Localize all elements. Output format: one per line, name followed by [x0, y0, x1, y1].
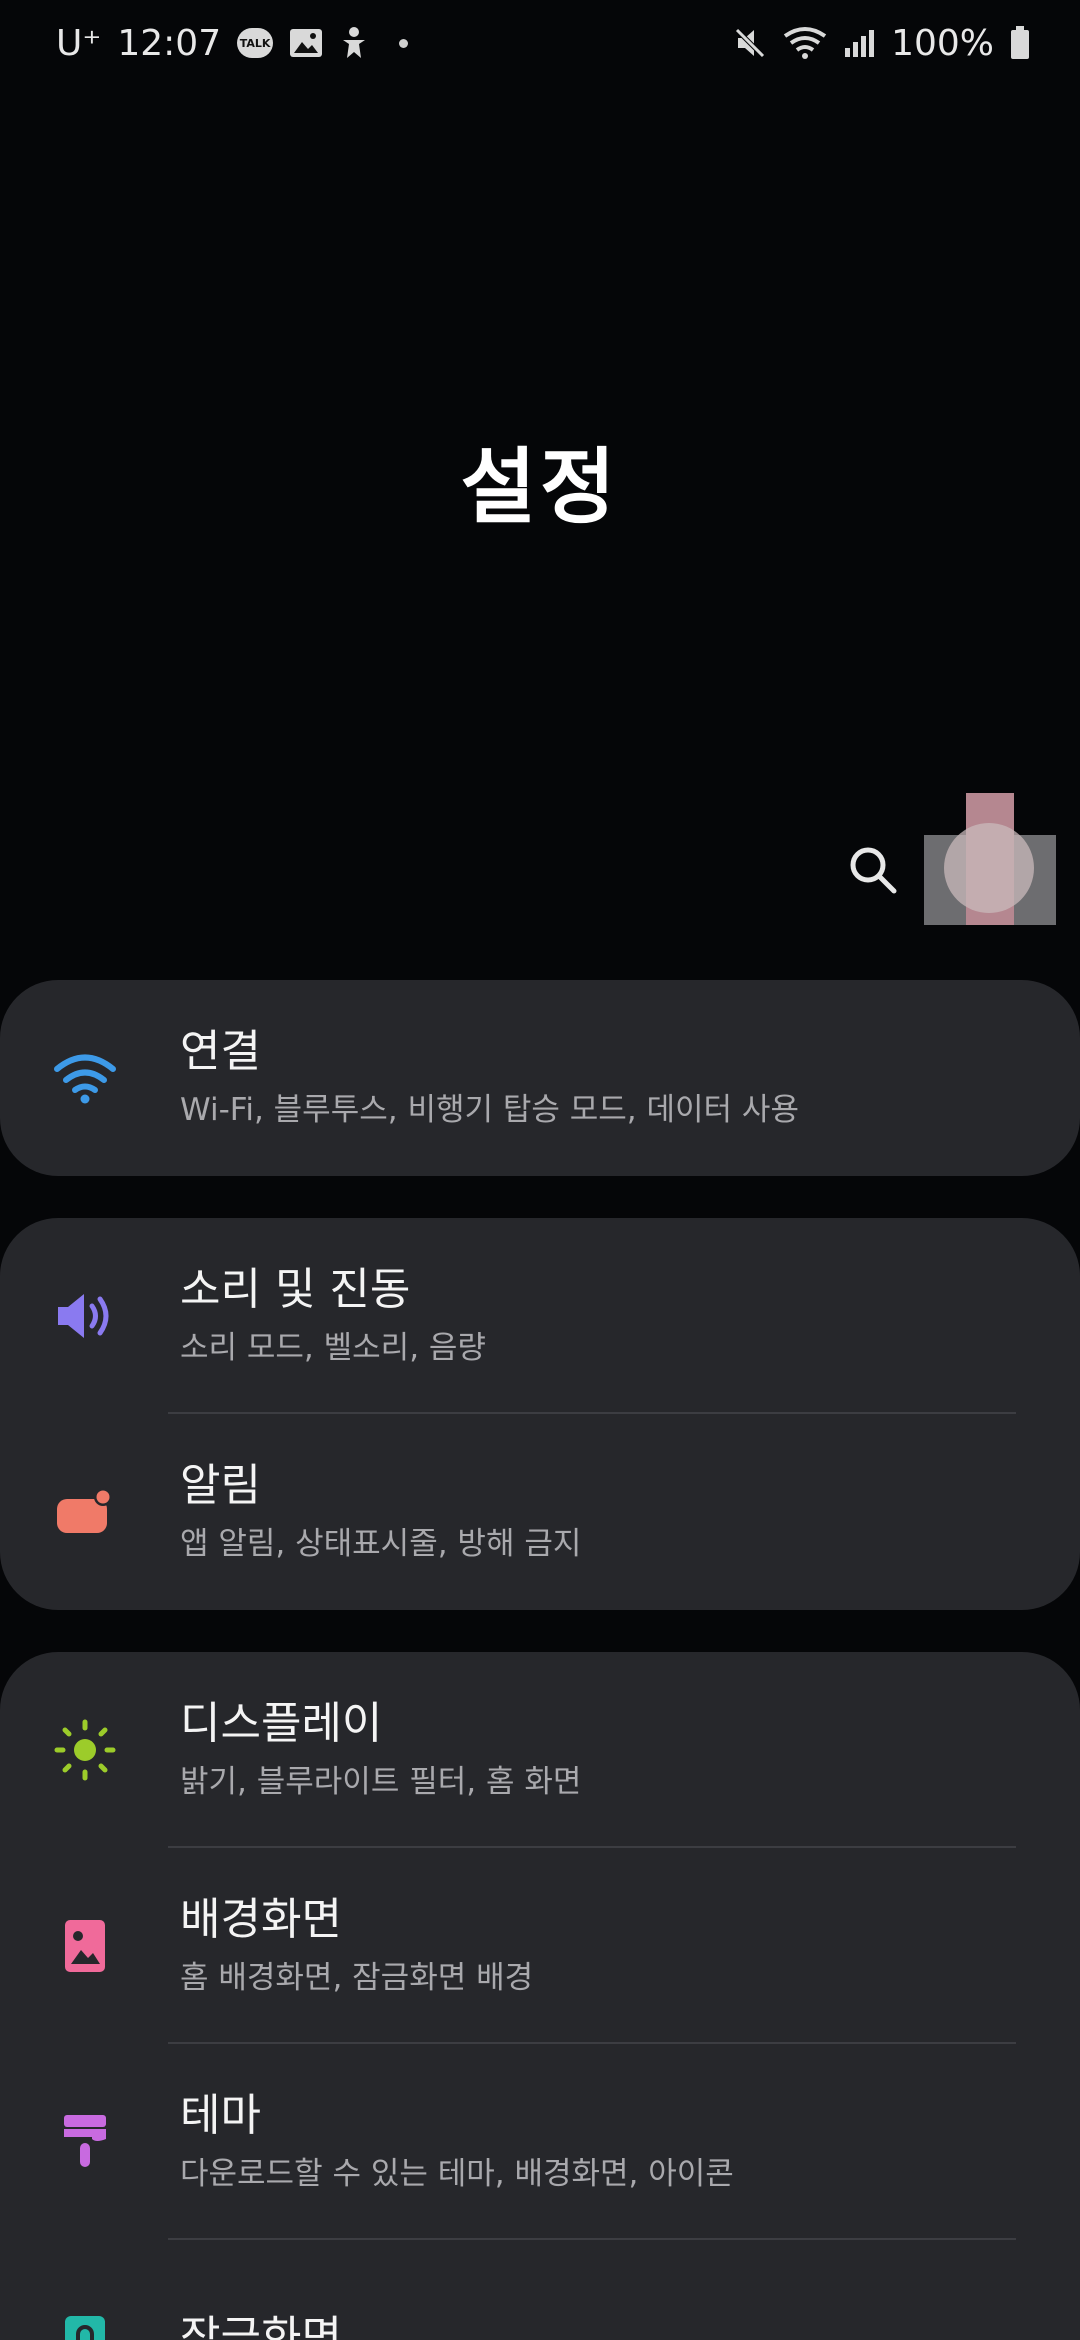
settings-item-title: 연결: [180, 1026, 261, 1077]
settings-item-sound[interactable]: 소리 및 진동 소리 모드, 벨소리, 음량: [0, 1218, 1080, 1414]
settings-item-subtitle: 앱 알림, 상태표시줄, 방해 금지: [180, 1526, 582, 1562]
settings-item-title: 배경화면: [180, 1894, 342, 1945]
status-bar: U⁺ 12:07 TALK 100%: [0, 0, 1080, 86]
settings-screen: U⁺ 12:07 TALK 100% 설정 연결 Wi-Fi, 블루투스, 비행…: [0, 0, 1080, 2340]
battery-icon: [1010, 26, 1030, 60]
paint-brush-icon: [50, 2107, 120, 2177]
mute-icon: [733, 26, 767, 60]
status-bar-right: 100%: [733, 23, 1030, 64]
kakaotalk-icon: TALK: [237, 28, 274, 58]
settings-item-subtitle: 소리 모드, 벨소리, 음량: [180, 1330, 486, 1366]
settings-item-connections[interactable]: 연결 Wi-Fi, 블루투스, 비행기 탑승 모드, 데이터 사용: [0, 980, 1080, 1176]
brightness-icon: [50, 1715, 120, 1785]
settings-card-connections: 연결 Wi-Fi, 블루투스, 비행기 탑승 모드, 데이터 사용: [0, 980, 1080, 1176]
settings-item-themes[interactable]: 테마 다운로드할 수 있는 테마, 배경화면, 아이콘: [0, 2044, 1080, 2240]
settings-item-title: 잠금화면: [180, 2312, 342, 2340]
settings-item-subtitle: 밝기, 블루라이트 필터, 홈 화면: [180, 1764, 582, 1800]
signal-icon: [843, 28, 875, 58]
settings-card-display: 디스플레이 밝기, 블루라이트 필터, 홈 화면 배경화면 홈 배경화면, 잠금…: [0, 1652, 1080, 2340]
page-title: 설정: [460, 440, 620, 535]
accessibility-icon: [339, 26, 369, 60]
settings-item-title: 디스플레이: [180, 1698, 383, 1749]
profile-avatar[interactable]: [924, 793, 1056, 925]
avatar-face: [944, 823, 1034, 913]
talk-badge-label: TALK: [239, 36, 271, 50]
search-button[interactable]: [838, 835, 908, 905]
wifi-icon: [50, 1043, 120, 1113]
lock-icon: [50, 2303, 120, 2340]
settings-item-wallpaper[interactable]: 배경화면 홈 배경화면, 잠금화면 배경: [0, 1848, 1080, 2044]
settings-item-subtitle: 홈 배경화면, 잠금화면 배경: [180, 1960, 534, 1996]
wifi-status-icon: [783, 26, 827, 60]
search-icon: [850, 847, 897, 894]
clock: 12:07: [117, 22, 222, 64]
settings-item-title: 알림: [180, 1460, 261, 1511]
settings-item-title: 테마: [180, 2090, 261, 2141]
settings-item-subtitle: 다운로드할 수 있는 테마, 배경화면, 아이콘: [180, 2156, 734, 2192]
speaker-icon: [50, 1281, 120, 1351]
settings-item-lockscreen[interactable]: 잠금화면: [0, 2240, 1080, 2340]
wallpaper-icon: [50, 1911, 120, 1981]
settings-item-title: 소리 및 진동: [180, 1264, 411, 1315]
battery-percent: 100%: [891, 22, 994, 64]
settings-item-notifications[interactable]: 알림 앱 알림, 상태표시줄, 방해 금지: [0, 1414, 1080, 1610]
status-bar-left: U⁺ 12:07 TALK: [56, 22, 409, 64]
settings-card-sound-notifications: 소리 및 진동 소리 모드, 벨소리, 음량 알림 앱 알림, 상태표시줄, 방…: [0, 1218, 1080, 1610]
notification-icon: [50, 1477, 120, 1547]
settings-item-subtitle: Wi-Fi, 블루투스, 비행기 탑승 모드, 데이터 사용: [180, 1092, 799, 1128]
carrier-label: U⁺: [56, 22, 102, 64]
gallery-icon: [289, 28, 323, 58]
settings-item-display[interactable]: 디스플레이 밝기, 블루라이트 필터, 홈 화면: [0, 1652, 1080, 1848]
more-notifications-dot-icon: [399, 38, 409, 48]
